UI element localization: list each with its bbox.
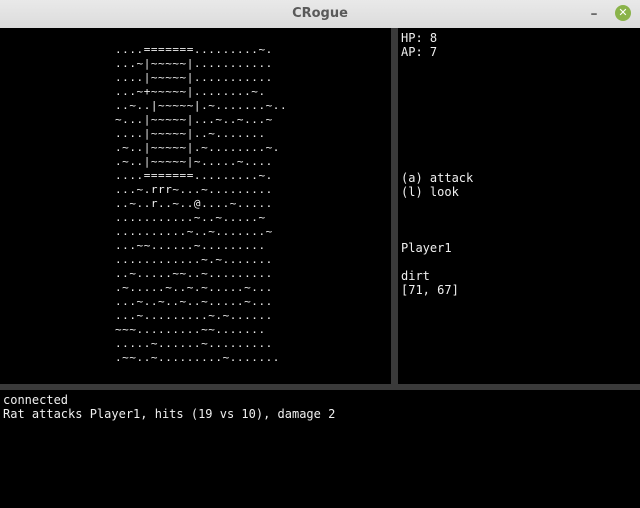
map-row: ............~.~.......	[115, 253, 273, 266]
dungeon-map: ....=======.........~. ...~|~~~~~|.......…	[115, 43, 287, 365]
map-row: ...~.rrr~...~.........	[115, 183, 273, 196]
map-row: ..~..|~~~~~|.~.......~..	[115, 99, 288, 112]
ap-status: AP: 7	[401, 45, 438, 59]
title-bar[interactable]: CRogue – ✕	[0, 0, 640, 29]
map-row: ...~+~~~~~|........~.	[115, 85, 266, 98]
map-row: ..........~..~.......~	[115, 225, 273, 238]
map-row: ....=======.........~.	[115, 169, 273, 182]
map-row: ...~~......~.........	[115, 239, 266, 252]
vertical-splitter[interactable]	[391, 28, 398, 384]
log-line: connected	[3, 393, 69, 407]
map-row: ...~.........~.~......	[115, 309, 273, 322]
crogue-window: CRogue – ✕ ....=======.........~. ...~|~~…	[0, 0, 640, 508]
log-line: Rat attacks Player1, hits (19 vs 10), da…	[3, 407, 336, 421]
map-row: ....=======.........~.	[115, 43, 273, 56]
map-row: .~.....~..~.~.....~...	[115, 281, 273, 294]
action-look[interactable]: (l) look	[401, 185, 459, 199]
map-row: ...........~..~.....~	[115, 211, 266, 224]
map-row: ...~|~~~~~|...........	[115, 57, 273, 70]
map-row: ...~..~..~..~.....~...	[115, 295, 273, 308]
close-button[interactable]: ✕	[615, 5, 631, 21]
position-coords: [71, 67]	[401, 283, 459, 297]
map-row: ~...|~~~~~|...~..~...~	[115, 113, 273, 126]
map-pane: ....=======.........~. ...~|~~~~~|.......…	[0, 28, 391, 384]
hp-status: HP: 8	[401, 31, 438, 45]
map-row: ....|~~~~~|..~.......	[115, 127, 266, 140]
map-row: ....|~~~~~|...........	[115, 71, 273, 84]
map-row: .~..|~~~~~|~.....~....	[115, 155, 273, 168]
terrain-name: dirt	[401, 269, 430, 283]
map-row: .....~......~.........	[115, 337, 273, 350]
map-row: .~..|~~~~~|.~........~.	[115, 141, 280, 154]
message-log: connected Rat attacks Player1, hits (19 …	[0, 390, 640, 508]
sidebar-pane: HP: 8 AP: 7 (a) attack (l) look Player1 …	[398, 28, 640, 384]
map-row: ~~~.........~~.......	[115, 323, 266, 336]
player-name: Player1	[401, 241, 452, 255]
map-row: .~~..~.........~.......	[115, 351, 280, 364]
minimize-button[interactable]: –	[586, 6, 602, 22]
map-row: ..~.....~~..~.........	[115, 267, 273, 280]
map-row: ..~..r..~..@....~.....	[115, 197, 273, 210]
window-title: CRogue	[292, 6, 348, 21]
action-attack[interactable]: (a) attack	[401, 171, 473, 185]
